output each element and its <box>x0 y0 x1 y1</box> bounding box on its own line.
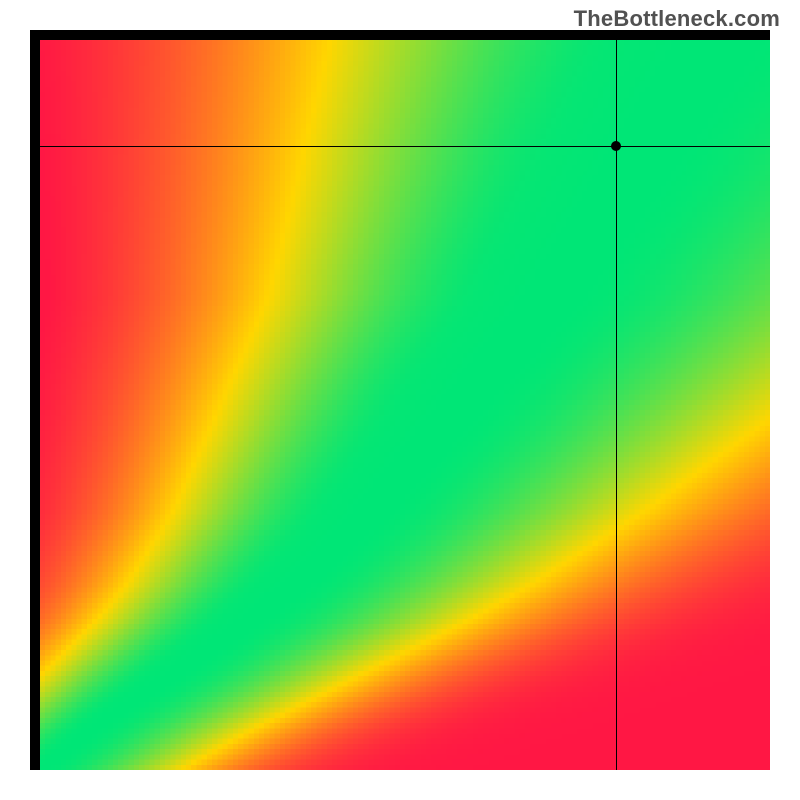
watermark-text: TheBottleneck.com <box>574 6 780 32</box>
chart-frame: TheBottleneck.com <box>0 0 800 800</box>
crosshair-horizontal <box>40 146 770 148</box>
crosshair-marker-dot <box>611 141 621 151</box>
heatmap-canvas <box>40 40 770 770</box>
plot-border <box>30 30 770 770</box>
